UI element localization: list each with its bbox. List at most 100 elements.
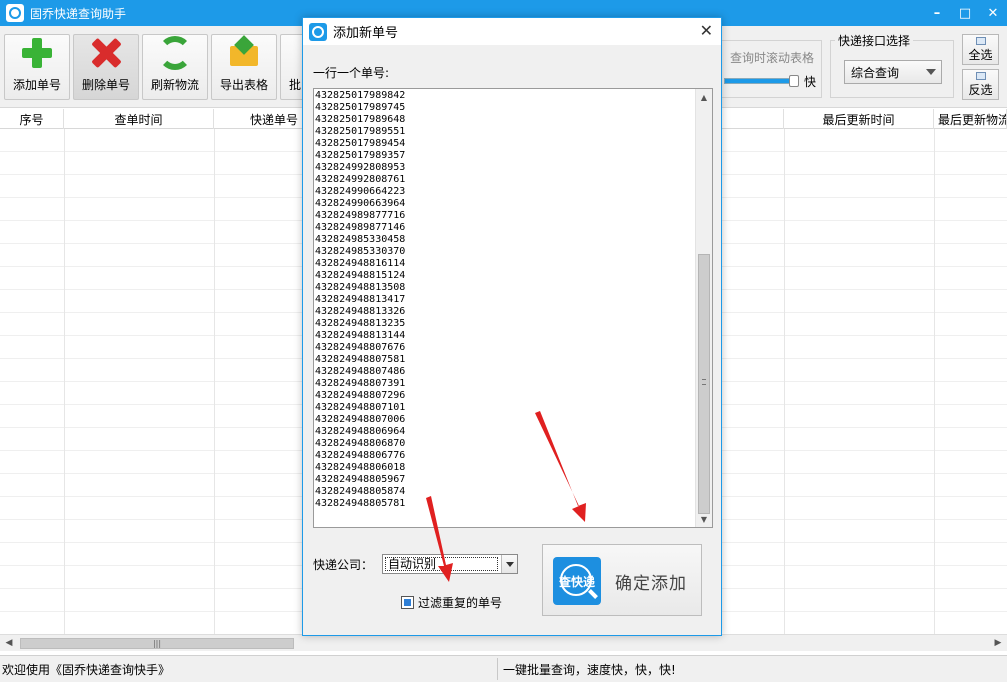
column-header-query-time[interactable]: 查单时间	[64, 109, 214, 129]
filter-duplicates-label: 过滤重复的单号	[418, 596, 503, 610]
close-button[interactable]: ✕	[979, 0, 1007, 26]
speed-slider-knob[interactable]	[789, 75, 799, 87]
dialog-title-bar: 添加新单号 ✕	[303, 18, 721, 45]
tracking-number-line: 432824992808953	[315, 162, 406, 173]
scroll-down-icon[interactable]: ▼	[698, 513, 710, 525]
tracking-number-line: 432824948806964	[315, 426, 406, 437]
tracking-numbers-textarea[interactable]: 432825017989842 432825017989745 4328250179…	[313, 88, 713, 528]
tracking-number-line: 432825017989842	[315, 90, 406, 101]
add-number-dialog: 添加新单号 ✕ 一行一个单号: 432825017989842 432825017…	[302, 17, 722, 636]
tracking-number-line: 432825017989454	[315, 138, 406, 149]
tracking-number-line: 432825017989357	[315, 150, 406, 161]
tracking-number-line: 432825017989745	[315, 102, 406, 113]
scroll-up-icon[interactable]: ▲	[698, 91, 710, 103]
tracking-number-line: 432824990664223	[315, 186, 406, 197]
filter-duplicates-checkbox[interactable]: 过滤重复的单号	[401, 594, 502, 611]
maximize-button[interactable]: □	[951, 0, 979, 26]
delete-number-label: 删除单号	[81, 78, 130, 92]
window-title: 固乔快递查询助手	[30, 6, 127, 21]
refresh-logistics-button[interactable]: 刷新物流	[142, 34, 208, 100]
scroll-right-icon[interactable]: ▶	[992, 637, 1004, 649]
tracking-number-line: 432824948807486	[315, 366, 406, 377]
status-slogan: 一键批量查询，速度快，快，快!	[503, 663, 676, 677]
batch-label: 批	[289, 78, 302, 92]
export-icon	[227, 36, 261, 70]
tracking-number-line: 432825017989551	[315, 126, 406, 137]
tracking-number-line: 432824948813417	[315, 294, 406, 305]
add-number-label: 添加单号	[12, 78, 61, 92]
tracking-number-line: 432824948813508	[315, 282, 406, 293]
tracking-number-line: 432824948813235	[315, 318, 406, 329]
dialog-logo-icon	[309, 22, 327, 41]
horizontal-scroll-thumb[interactable]: |||	[20, 638, 294, 649]
invert-select-label: 反选	[968, 83, 993, 97]
tracking-number-line: 432825017989648	[315, 114, 406, 125]
tracking-number-line: 432824948807581	[315, 354, 406, 365]
tracking-number-line: 432824948805967	[315, 474, 406, 485]
select-all-icon	[975, 37, 986, 45]
tracking-number-line: 432824948805781	[315, 498, 406, 509]
tracking-number-line: 432824992808761	[315, 174, 406, 185]
status-bar: 欢迎使用《固乔快递查询快手》 一键批量查询，速度快，快，快!	[0, 655, 1007, 682]
company-select[interactable]: 自动识别	[382, 554, 518, 574]
dialog-prompt: 一行一个单号:	[313, 66, 390, 80]
tracking-number-line: 432824985330370	[315, 246, 406, 257]
tracking-number-line: 432824948807006	[315, 414, 406, 425]
tracking-number-line: 432824948807676	[315, 342, 406, 353]
api-group-legend: 快递接口选择	[835, 32, 914, 49]
select-all-label: 全选	[968, 48, 993, 62]
export-table-label: 导出表格	[219, 78, 268, 92]
add-number-button[interactable]: 添加单号	[4, 34, 70, 100]
refresh-icon	[158, 36, 192, 70]
tracking-number-line: 432824948807391	[315, 378, 406, 389]
delete-number-button[interactable]: 删除单号	[73, 34, 139, 100]
logo-text: 查快递	[558, 574, 595, 589]
invert-select-icon	[975, 72, 986, 80]
confirm-add-label: 确定添加	[615, 574, 687, 594]
tracking-number-line: 432824948813326	[315, 306, 406, 317]
add-icon	[20, 36, 54, 70]
vertical-scrollbar[interactable]: ▲ ▼	[695, 89, 712, 527]
tracking-number-line: 432824948815124	[315, 270, 406, 281]
tracking-number-line: 432824948816114	[315, 258, 406, 269]
invert-select-button[interactable]: 反选	[962, 69, 999, 100]
status-welcome: 欢迎使用《固乔快递查询快手》	[2, 663, 171, 677]
scroll-left-icon[interactable]: ◀	[3, 637, 15, 649]
tracking-number-line: 432824989877146	[315, 222, 406, 233]
scroll-option-group: 查询时滚动表格 快	[715, 40, 822, 98]
tracking-number-line: 432824948806776	[315, 450, 406, 461]
company-label: 快递公司：	[313, 558, 374, 572]
dialog-title: 添加新单号	[333, 26, 399, 41]
confirm-add-button[interactable]: 查快递 确定添加	[542, 544, 702, 616]
checkbox-icon[interactable]	[401, 596, 414, 609]
api-select-value: 综合查询	[851, 65, 900, 80]
api-select-group: 快递接口选择 综合查询	[830, 32, 954, 98]
tracking-number-line: 432824948813144	[315, 330, 406, 341]
tracking-number-line: 432824948806018	[315, 462, 406, 473]
tracking-number-line: 432824989877716	[315, 210, 406, 221]
chevron-down-icon	[926, 69, 936, 75]
minimize-button[interactable]: –	[923, 0, 951, 26]
vertical-scroll-thumb[interactable]	[698, 254, 710, 514]
speed-slider[interactable]	[724, 75, 799, 87]
column-header-last-update-time[interactable]: 最后更新时间	[784, 109, 934, 129]
search-express-logo-icon: 查快递	[553, 557, 601, 605]
chevron-down-icon[interactable]	[501, 555, 517, 573]
column-header-index[interactable]: 序号	[0, 109, 64, 129]
scroll-table-checkbox[interactable]: 查询时滚动表格	[730, 49, 814, 66]
refresh-logistics-label: 刷新物流	[150, 78, 199, 92]
tracking-number-line: 432824948805874	[315, 486, 406, 497]
horizontal-scrollbar[interactable]: ◀ ||| ▶	[0, 634, 1007, 651]
dialog-close-button[interactable]: ✕	[700, 21, 713, 40]
company-select-value: 自动识别	[385, 557, 498, 571]
tracking-number-line: 432824948806870	[315, 438, 406, 449]
tracking-number-line: 432824990663964	[315, 198, 406, 209]
app-logo-icon	[6, 4, 24, 22]
delete-icon	[89, 36, 123, 70]
export-table-button[interactable]: 导出表格	[211, 34, 277, 100]
select-all-button[interactable]: 全选	[962, 34, 999, 65]
column-header-last-update-logistics[interactable]: 最后更新物流	[934, 109, 1007, 129]
tracking-number-line: 432824948807296	[315, 390, 406, 401]
api-select[interactable]: 综合查询	[844, 60, 942, 84]
speed-fast-label: 快	[804, 75, 817, 89]
